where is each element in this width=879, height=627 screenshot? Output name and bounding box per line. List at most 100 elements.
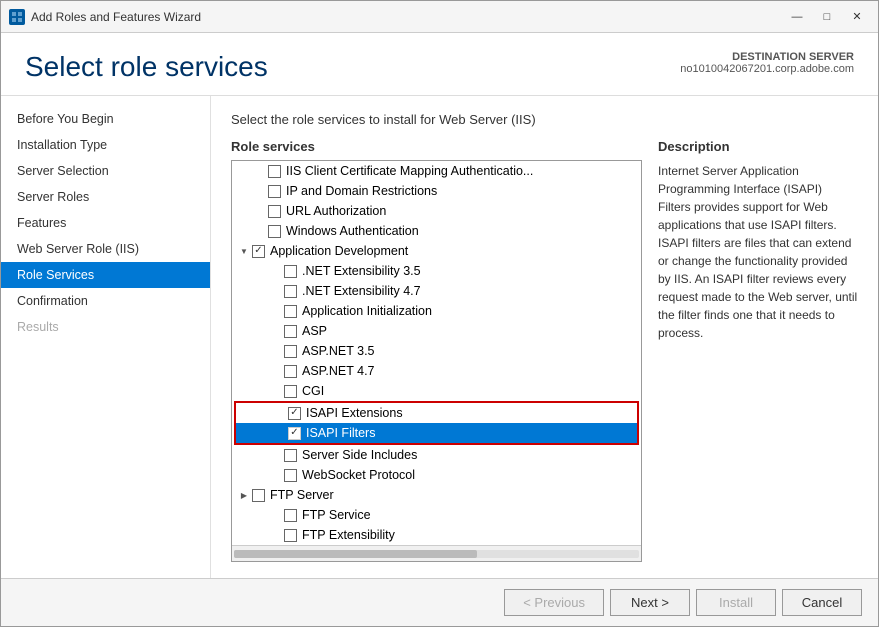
cancel-button[interactable]: Cancel	[782, 589, 862, 616]
content-panel: Select the role services to install for …	[211, 96, 878, 578]
sidebar-item-results: Results	[1, 314, 210, 340]
label-cgi: CGI	[302, 384, 324, 398]
label-ftp-ext: FTP Extensibility	[302, 528, 395, 542]
checkbox-net47[interactable]	[284, 285, 297, 298]
tree-container[interactable]: IIS Client Certificate Mapping Authentic…	[231, 160, 642, 562]
tree-item-aspnet47[interactable]: ASP.NET 4.7	[232, 361, 641, 381]
destination-label: DESTINATION SERVER	[680, 51, 854, 63]
scroll-thumb-horizontal[interactable]	[234, 550, 477, 558]
checkbox-cgi[interactable]	[284, 385, 297, 398]
header: Select role services DESTINATION SERVER …	[1, 33, 878, 96]
scroll-track-horizontal[interactable]	[234, 550, 639, 558]
label-net47: .NET Extensibility 4.7	[302, 284, 421, 298]
tree-item-app-dev[interactable]: ▼ Application Development	[232, 241, 641, 261]
expand-spacer	[252, 163, 268, 179]
checkbox-aspnet35[interactable]	[284, 345, 297, 358]
title-bar-text: Add Roles and Features Wizard	[31, 10, 784, 24]
sidebar-item-server-selection[interactable]: Server Selection	[1, 158, 210, 184]
expand-spacer-16	[268, 507, 284, 523]
isapi-red-border-group: ISAPI Extensions ISAPI Filters	[234, 401, 639, 445]
sidebar-item-role-services[interactable]: Role Services	[1, 262, 210, 288]
tree-item-server-side-includes[interactable]: Server Side Includes	[232, 445, 641, 465]
expand-spacer-2	[252, 183, 268, 199]
expand-ftp-server[interactable]: ▶	[236, 487, 252, 503]
tree-item-ftp-server[interactable]: ▶ FTP Server	[232, 485, 641, 505]
checkbox-isapi-filters[interactable]	[288, 427, 301, 440]
tree-item-app-init[interactable]: Application Initialization	[232, 301, 641, 321]
label-net35: .NET Extensibility 3.5	[302, 264, 421, 278]
expand-spacer-3	[252, 203, 268, 219]
label-websocket: WebSocket Protocol	[302, 468, 415, 482]
expand-spacer-4	[252, 223, 268, 239]
checkbox-aspnet47[interactable]	[284, 365, 297, 378]
checkbox-server-side-includes[interactable]	[284, 449, 297, 462]
label-app-init: Application Initialization	[302, 304, 432, 318]
tree-item-isapi-ext[interactable]: ISAPI Extensions	[236, 403, 637, 423]
tree-item-ftp-service[interactable]: FTP Service	[232, 505, 641, 525]
checkbox-app-init[interactable]	[284, 305, 297, 318]
expand-spacer-10	[268, 363, 284, 379]
checkbox-ip-domain[interactable]	[268, 185, 281, 198]
tree-item-aspnet35[interactable]: ASP.NET 3.5	[232, 341, 641, 361]
panel-body: Role services IIS Client Certificate Map…	[231, 139, 858, 562]
tree-item-websocket[interactable]: WebSocket Protocol	[232, 465, 641, 485]
checkbox-ftp-ext[interactable]	[284, 529, 297, 542]
previous-button[interactable]: < Previous	[504, 589, 604, 616]
destination-server-name: no1010042067201.corp.adobe.com	[680, 63, 854, 75]
label-url-auth: URL Authorization	[286, 204, 386, 218]
sidebar: Before You Begin Installation Type Serve…	[1, 96, 211, 578]
expand-spacer-14	[268, 447, 284, 463]
description-title: Description	[658, 139, 858, 154]
destination-server-block: DESTINATION SERVER no1010042067201.corp.…	[680, 51, 854, 75]
maximize-button[interactable]: □	[814, 6, 840, 28]
tree-item-net35[interactable]: .NET Extensibility 3.5	[232, 261, 641, 281]
label-server-side-includes: Server Side Includes	[302, 448, 417, 462]
sidebar-item-features[interactable]: Features	[1, 210, 210, 236]
tree-item-cgi[interactable]: CGI	[232, 381, 641, 401]
expand-app-dev[interactable]: ▼	[236, 243, 252, 259]
checkbox-isapi-ext[interactable]	[288, 407, 301, 420]
expand-spacer-11	[268, 383, 284, 399]
sidebar-item-installation-type[interactable]: Installation Type	[1, 132, 210, 158]
checkbox-asp[interactable]	[284, 325, 297, 338]
checkbox-app-dev[interactable]	[252, 245, 265, 258]
expand-spacer-12	[272, 405, 288, 421]
tree-item-ftp-ext[interactable]: FTP Extensibility	[232, 525, 641, 545]
description-text: Internet Server Application Programming …	[658, 162, 858, 342]
checkbox-websocket[interactable]	[284, 469, 297, 482]
content-area: Select role services DESTINATION SERVER …	[1, 33, 878, 578]
checkbox-url-auth[interactable]	[268, 205, 281, 218]
page-title: Select role services	[25, 51, 268, 83]
expand-spacer-9	[268, 343, 284, 359]
install-button[interactable]: Install	[696, 589, 776, 616]
label-iis-client-cert: IIS Client Certificate Mapping Authentic…	[286, 164, 533, 178]
expand-spacer-13	[272, 425, 288, 441]
label-aspnet35: ASP.NET 3.5	[302, 344, 375, 358]
label-app-dev: Application Development	[270, 244, 408, 258]
checkbox-ftp-server[interactable]	[252, 489, 265, 502]
tree-item-ip-domain[interactable]: IP and Domain Restrictions	[232, 181, 641, 201]
tree-item-net47[interactable]: .NET Extensibility 4.7	[232, 281, 641, 301]
checkbox-windows-auth[interactable]	[268, 225, 281, 238]
expand-spacer-15	[268, 467, 284, 483]
tree-item-iis-client-cert[interactable]: IIS Client Certificate Mapping Authentic…	[232, 161, 641, 181]
sidebar-item-confirmation[interactable]: Confirmation	[1, 288, 210, 314]
minimize-button[interactable]: —	[784, 6, 810, 28]
expand-spacer-6	[268, 283, 284, 299]
close-button[interactable]: ✕	[844, 6, 870, 28]
checkbox-net35[interactable]	[284, 265, 297, 278]
sidebar-item-before-you-begin[interactable]: Before You Begin	[1, 106, 210, 132]
label-ip-domain: IP and Domain Restrictions	[286, 184, 437, 198]
horizontal-scrollbar[interactable]	[232, 545, 641, 561]
sidebar-item-server-roles[interactable]: Server Roles	[1, 184, 210, 210]
tree-item-asp[interactable]: ASP	[232, 321, 641, 341]
checkbox-iis-client-cert[interactable]	[268, 165, 281, 178]
description-panel: Description Internet Server Application …	[658, 139, 858, 562]
checkbox-ftp-service[interactable]	[284, 509, 297, 522]
label-ftp-service: FTP Service	[302, 508, 371, 522]
tree-item-url-auth[interactable]: URL Authorization	[232, 201, 641, 221]
next-button[interactable]: Next >	[610, 589, 690, 616]
sidebar-item-web-server-role[interactable]: Web Server Role (IIS)	[1, 236, 210, 262]
tree-item-isapi-filters[interactable]: ISAPI Filters	[236, 423, 637, 443]
tree-item-windows-auth[interactable]: Windows Authentication	[232, 221, 641, 241]
